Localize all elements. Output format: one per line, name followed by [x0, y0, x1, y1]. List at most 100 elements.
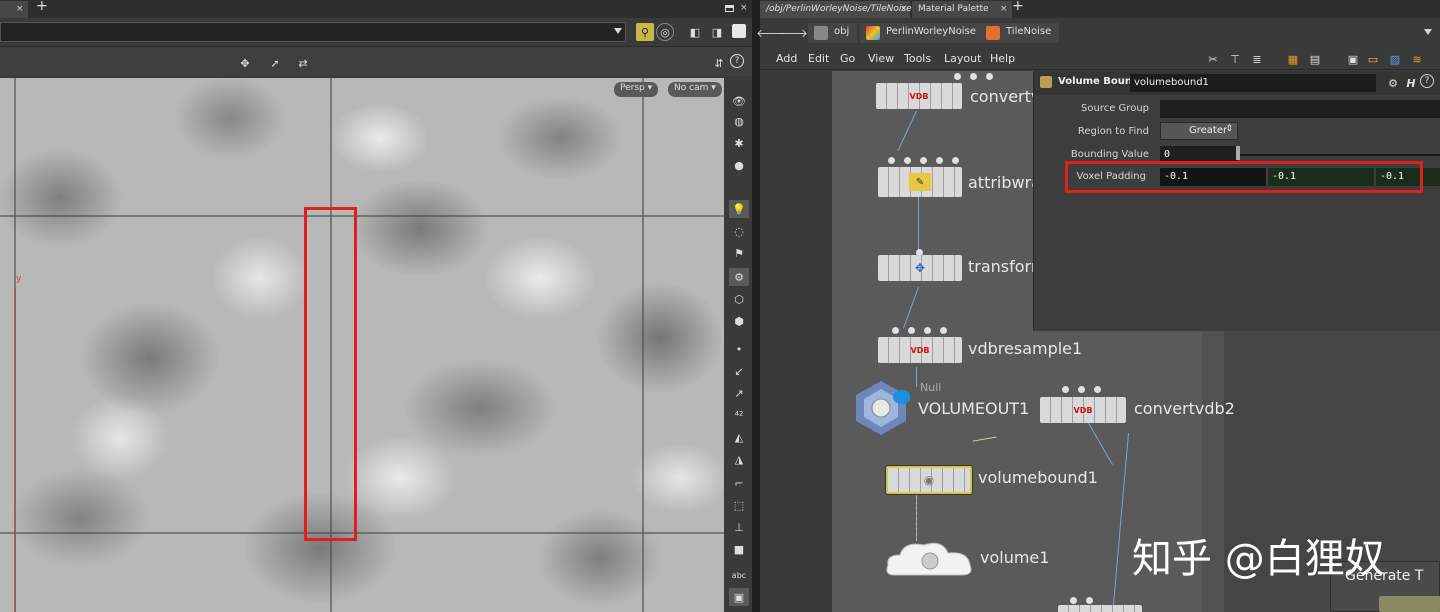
- color-palette-icon[interactable]: ▦: [1284, 50, 1302, 68]
- close-icon[interactable]: ×: [900, 4, 908, 14]
- add-tab-icon[interactable]: +: [36, 0, 48, 14]
- node-vdbresample1[interactable]: VDB: [878, 337, 962, 363]
- vector-icon[interactable]: ↗: [729, 384, 749, 402]
- network-menu-bar: Add Edit Go View Tools Layout Help ✂ ⊤ ≣…: [760, 48, 1440, 70]
- menu-tools[interactable]: Tools: [904, 52, 931, 65]
- menu-go[interactable]: Go: [840, 52, 855, 65]
- grid-icon[interactable]: ▤: [1306, 50, 1324, 68]
- menu-edit[interactable]: Edit: [808, 52, 829, 65]
- tab-material-palette[interactable]: Material Palette ×: [912, 1, 1012, 18]
- node-label: convertvdb2: [1134, 399, 1235, 418]
- tab-tilenoise[interactable]: /obj/PerlinWorleyNoise/TileNoise ×: [760, 1, 912, 18]
- orient-icon[interactable]: ⇄: [294, 54, 312, 72]
- vdb-icon: VDB: [910, 345, 930, 355]
- source-group-field[interactable]: [1160, 100, 1440, 118]
- scene-view-pane: × + × ⚲ ◎ ◧ ◨ ✥ ➚ ⇄ ⇵ ? y Persp ▾ No cam…: [0, 0, 752, 612]
- stack-icon[interactable]: ≋: [1408, 50, 1426, 68]
- help-icon[interactable]: ?: [1420, 74, 1434, 88]
- menu-view[interactable]: View: [868, 52, 894, 65]
- volumebound-node-icon: [1040, 76, 1052, 88]
- breadcrumb-perlinworleynoise[interactable]: PerlinWorleyNoise: [860, 23, 984, 43]
- highlight-annotation: [304, 207, 357, 541]
- add-tab-icon[interactable]: +: [1012, 0, 1024, 14]
- stop-icon[interactable]: ■: [729, 540, 749, 558]
- origin-icon[interactable]: ⊥: [729, 518, 749, 536]
- bounding-value-slider[interactable]: [1238, 154, 1440, 156]
- vdb-icon: VDB: [1073, 405, 1093, 415]
- close-pane-icon[interactable]: ×: [740, 3, 748, 13]
- slider-handle[interactable]: [1236, 146, 1240, 160]
- list-icon[interactable]: ≣: [1248, 50, 1266, 68]
- region-to-find-label: Region to Find: [1077, 126, 1149, 137]
- node-name-field[interactable]: volumebound1: [1130, 74, 1376, 92]
- left-tab-bar: × + ×: [0, 0, 752, 18]
- bounding-value-label: Bounding Value: [1070, 149, 1149, 160]
- 3d-viewport[interactable]: y Persp ▾ No cam ▾: [0, 78, 724, 612]
- image-icon[interactable]: ▣: [1344, 50, 1362, 68]
- light-icon[interactable]: ✱: [729, 134, 749, 152]
- menu-layout[interactable]: Layout: [944, 52, 981, 65]
- perspective-menu[interactable]: Persp ▾: [614, 82, 659, 97]
- normal-icon[interactable]: ↙: [729, 362, 749, 380]
- node-transform[interactable]: ✥: [878, 255, 962, 281]
- number-icon[interactable]: ⁴²: [729, 406, 749, 424]
- ghost-icon[interactable]: ◍: [729, 112, 749, 130]
- generate-node[interactable]: [1379, 596, 1440, 612]
- text-icon[interactable]: abc: [729, 566, 749, 584]
- forward-arrow-icon[interactable]: 🡒: [778, 24, 808, 42]
- close-icon[interactable]: ×: [16, 4, 24, 14]
- pin-icon[interactable]: ⚑: [729, 244, 749, 262]
- help-icon[interactable]: ?: [730, 54, 744, 68]
- background-toggle-icon[interactable]: [732, 24, 746, 38]
- breadcrumb-obj[interactable]: obj: [808, 23, 858, 43]
- prim-number-icon[interactable]: ◮: [729, 450, 749, 468]
- camera-menu[interactable]: No cam ▾: [668, 82, 722, 97]
- lightbulb-icon[interactable]: 💡: [729, 200, 749, 218]
- bbox-icon[interactable]: ⬚: [729, 496, 749, 514]
- point-icon[interactable]: •: [729, 340, 749, 358]
- image-icon[interactable]: ▣: [729, 588, 749, 606]
- settings-icon[interactable]: ⇵: [710, 54, 728, 72]
- help-h-icon[interactable]: H: [1402, 74, 1420, 92]
- lock-camera-icon[interactable]: ⚲: [636, 23, 654, 41]
- bulb-small-icon[interactable]: ◌: [729, 222, 749, 240]
- chevron-down-icon[interactable]: [1424, 29, 1432, 35]
- sticky-note-icon[interactable]: ▭: [1364, 50, 1382, 68]
- vdb-icon: VDB: [909, 91, 929, 101]
- transform-handle-icon[interactable]: ✥: [236, 54, 254, 72]
- node-volumebound1[interactable]: ◉: [886, 466, 972, 494]
- node-volume1[interactable]: [884, 539, 974, 579]
- snapshot-icon[interactable]: ◨: [708, 23, 726, 41]
- snap-icon[interactable]: ➚: [266, 54, 284, 72]
- source-group-label: Source Group: [1081, 103, 1149, 114]
- texture-icon[interactable]: ⬢: [729, 312, 749, 330]
- wrangle-icon: ✎: [909, 173, 931, 191]
- region-to-find-dropdown[interactable]: Greater ⇕: [1160, 122, 1238, 140]
- menu-add[interactable]: Add: [776, 52, 797, 65]
- menu-help[interactable]: Help: [990, 52, 1015, 65]
- background-image-icon[interactable]: ▨: [1386, 50, 1404, 68]
- tree-icon[interactable]: ⊤: [1226, 50, 1244, 68]
- node-convertv[interactable]: VDB: [876, 83, 962, 109]
- scene-view-tab[interactable]: ×: [0, 1, 28, 18]
- display-options-icon[interactable]: ◧: [686, 23, 704, 41]
- geometry-icon[interactable]: ⬡: [729, 290, 749, 308]
- node-partial[interactable]: [1058, 605, 1142, 612]
- close-icon[interactable]: ×: [1000, 4, 1008, 14]
- prim-icon[interactable]: ◭: [729, 428, 749, 446]
- render-icon[interactable]: ⚙: [729, 268, 749, 286]
- link-icon[interactable]: ◎: [656, 23, 674, 41]
- pane-menu-icon[interactable]: [725, 5, 734, 12]
- tools-icon[interactable]: ✂: [1204, 50, 1222, 68]
- breadcrumb-tilenoise[interactable]: TileNoise: [980, 23, 1060, 43]
- node-attribwrangle[interactable]: ✎: [878, 167, 962, 197]
- sphere-icon[interactable]: ●: [729, 156, 749, 174]
- node-volumeout1[interactable]: [852, 379, 911, 437]
- node-label: volume1: [980, 548, 1050, 567]
- uv-icon[interactable]: ⌐: [729, 474, 749, 492]
- gear-icon[interactable]: ⚙: [1384, 74, 1402, 92]
- pane-divider[interactable]: [752, 0, 760, 612]
- eye-icon[interactable]: 👁: [729, 92, 749, 110]
- viewport-path-field[interactable]: [0, 22, 626, 42]
- node-convertvdb2[interactable]: VDB: [1040, 397, 1126, 423]
